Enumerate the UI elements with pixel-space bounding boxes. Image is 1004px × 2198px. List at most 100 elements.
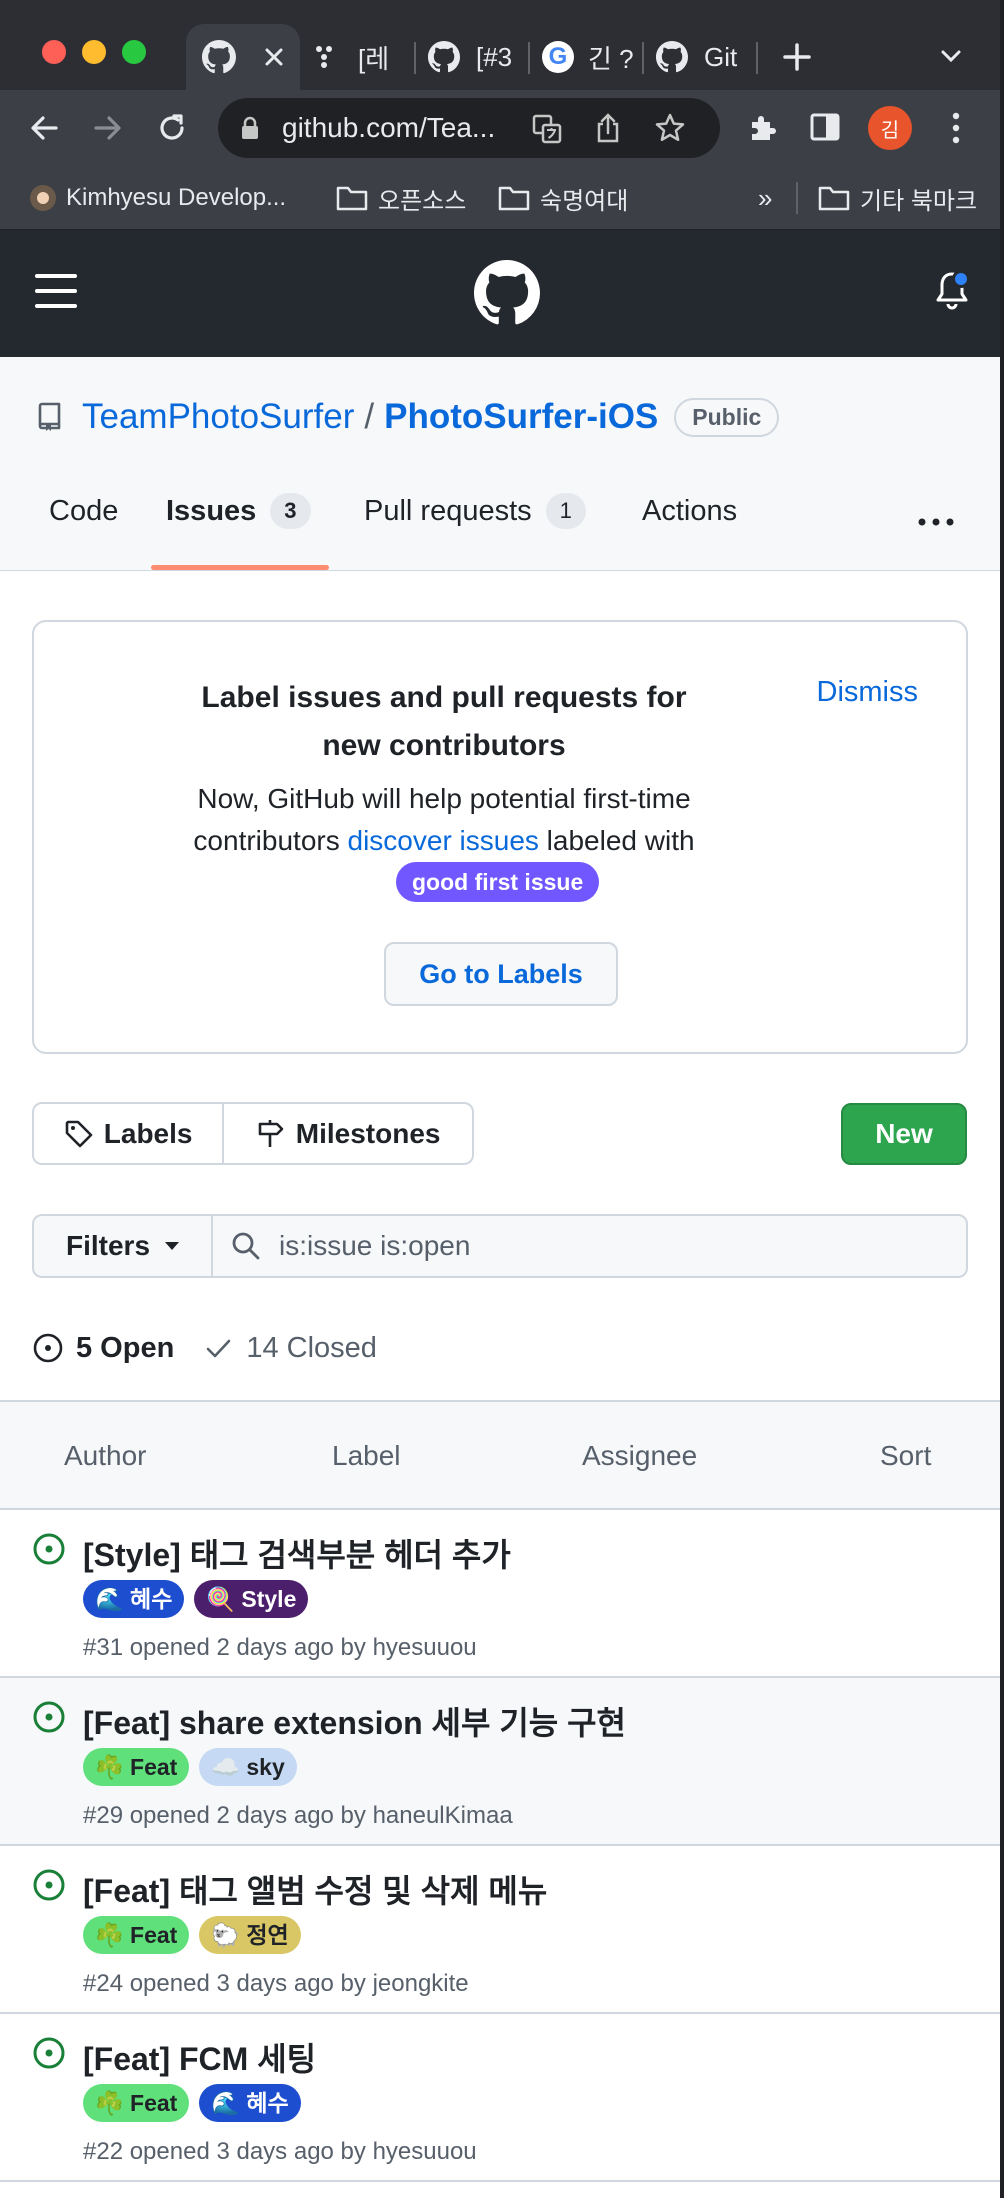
- issue-label[interactable]: 🌊 혜수: [199, 2084, 301, 2122]
- tab-actions[interactable]: Actions: [642, 495, 737, 571]
- tab-separator: [756, 42, 758, 74]
- issue-label[interactable]: 🐑 정연: [199, 1916, 301, 1954]
- issue-title-link[interactable]: [Style] 태그 검색부분 헤더 추가: [83, 1530, 511, 1576]
- issue-row[interactable]: [Style] 태그 검색부분 헤더 추가 🌊 혜수 🍭 Style #31 o…: [0, 1510, 1000, 1678]
- issue-state-toggle: 5 Open 14 Closed: [32, 1326, 377, 1370]
- notification-unread-dot: [952, 270, 970, 288]
- issue-title-link[interactable]: [Feat] share extension 세부 기능 구현: [83, 1698, 626, 1744]
- tab-2-label: [레: [358, 43, 390, 74]
- tab-3[interactable]: [#3: [428, 24, 528, 90]
- bookmark-star-icon[interactable]: [654, 112, 686, 144]
- issue-label[interactable]: 🌊 혜수: [83, 1580, 185, 1618]
- milestone-icon: [258, 1119, 284, 1147]
- new-contributors-banner: Label issues and pull requests for new c…: [32, 620, 968, 1054]
- issue-label[interactable]: ☘️ Feat: [83, 1748, 190, 1786]
- issue-row[interactable]: [Feat] 태그 앨범 수정 및 삭제 메뉴 ☘️ Feat 🐑 정연 #24…: [0, 1846, 1000, 2014]
- banner-desc-pre: contributors: [193, 825, 348, 856]
- search-input[interactable]: [279, 1230, 879, 1262]
- tab-separator: [528, 42, 530, 74]
- repo-title: TeamPhotoSurfer / PhotoSurfer-iOS Public: [36, 397, 780, 437]
- bookmarks-bar: Kimhyesu Develop... 오픈소스 숙명여대 » 기타 북마크: [0, 166, 1000, 230]
- issue-meta: #29 opened 2 days ago by haneulKimaa: [83, 1802, 513, 1829]
- assignee-filter[interactable]: Assignee: [582, 1440, 697, 1472]
- lock-icon[interactable]: [240, 116, 260, 140]
- tab-search-chevron-down-icon[interactable]: [940, 48, 962, 64]
- labels-button[interactable]: Labels: [34, 1104, 225, 1163]
- good-first-issue-label[interactable]: good first issue: [396, 862, 600, 902]
- bookmark-folder[interactable]: 숙명여대: [498, 166, 628, 230]
- folder-icon: [336, 186, 368, 211]
- issue-open-icon: [33, 1869, 65, 1901]
- repo-owner-link[interactable]: TeamPhotoSurfer: [82, 397, 354, 437]
- author-filter[interactable]: Author: [64, 1440, 147, 1472]
- filters-dropdown[interactable]: Filters: [32, 1214, 212, 1278]
- tab-5[interactable]: Git: [656, 24, 756, 90]
- issue-meta: #22 opened 3 days ago by hyesuuou: [83, 2138, 477, 2165]
- issue-label[interactable]: ☘️ Feat: [83, 2084, 190, 2122]
- issue-title-link[interactable]: [Feat] 태그 앨범 수정 및 삭제 메뉴: [83, 1866, 547, 1912]
- discover-issues-link[interactable]: discover issues: [348, 825, 539, 856]
- tab-active-github[interactable]: [186, 24, 300, 90]
- close-window-button[interactable]: [42, 40, 66, 64]
- translate-icon[interactable]: [532, 114, 562, 144]
- reload-icon[interactable]: [156, 112, 188, 144]
- tab-2[interactable]: [레: [314, 24, 410, 90]
- browser-window: [레 [#3 G 긴 ? Git github.com/Tea... 김 Kim…: [0, 0, 1000, 2198]
- repo-name-link[interactable]: PhotoSurfer-iOS: [384, 397, 658, 437]
- closed-issues-filter[interactable]: 14 Closed: [204, 1332, 377, 1365]
- issues-count-badge: 3: [270, 493, 311, 529]
- dismiss-link[interactable]: Dismiss: [817, 676, 919, 709]
- banner-title: Label issues and pull requests for new c…: [201, 681, 687, 762]
- issue-open-icon: [33, 1701, 65, 1733]
- banner-desc-line1: Now, GitHub will help potential first-ti…: [197, 783, 691, 814]
- new-issue-button[interactable]: New: [841, 1103, 967, 1165]
- issue-row[interactable]: [Feat] FCM 세팅 ☘️ Feat 🌊 혜수 #22 opened 3 …: [0, 2014, 1000, 2182]
- extensions-puzzle-icon[interactable]: [746, 112, 778, 144]
- tab-pull-requests[interactable]: Pull requests 1: [364, 493, 586, 571]
- issue-row[interactable]: [Feat] share extension 세부 기능 구현 ☘️ Feat …: [0, 1678, 1000, 1846]
- bookmark-separator: [796, 182, 798, 214]
- maximize-window-button[interactable]: [122, 40, 146, 64]
- bookmarks-overflow-button[interactable]: »: [758, 166, 772, 230]
- issue-label[interactable]: 🍭 Style: [194, 1580, 309, 1618]
- banner-description: Now, GitHub will help potential first-ti…: [154, 778, 734, 862]
- issue-label[interactable]: ☘️ Feat: [83, 1916, 190, 1954]
- more-horizontal-icon[interactable]: [917, 517, 955, 527]
- tab-4[interactable]: G 긴 ?: [542, 24, 638, 90]
- bookmark-folder[interactable]: 오픈소스: [336, 166, 466, 230]
- hamburger-menu-icon[interactable]: [34, 272, 78, 310]
- forward-arrow-icon[interactable]: [92, 112, 124, 144]
- tab-separator: [642, 42, 644, 74]
- issue-open-icon: [33, 1533, 65, 1565]
- side-panel-icon[interactable]: [810, 112, 840, 142]
- issue-label[interactable]: ☁️ sky: [199, 1748, 297, 1786]
- github-logo-icon[interactable]: [474, 260, 540, 326]
- pulls-count-badge: 1: [545, 493, 586, 529]
- labels-button-label: Labels: [103, 1117, 193, 1149]
- share-icon[interactable]: [594, 112, 622, 144]
- labels-milestones-group: Labels Milestones: [32, 1102, 474, 1165]
- new-tab-plus-icon[interactable]: [782, 42, 812, 72]
- tab-issues[interactable]: Issues 3: [166, 493, 311, 571]
- profile-avatar[interactable]: 김: [868, 106, 912, 150]
- back-arrow-icon[interactable]: [28, 112, 60, 144]
- tab-code[interactable]: Code: [49, 495, 118, 571]
- sort-dropdown[interactable]: Sort: [880, 1440, 931, 1472]
- bookmark-item[interactable]: Kimhyesu Develop...: [30, 166, 286, 230]
- go-to-labels-button[interactable]: Go to Labels: [384, 942, 618, 1006]
- issue-list-header: Author Label Assignee Sort: [0, 1400, 1000, 1510]
- tab-issues-label: Issues: [166, 495, 257, 527]
- address-bar[interactable]: github.com/Tea...: [218, 98, 720, 158]
- caret-down-icon: [165, 1242, 180, 1250]
- issue-title-link[interactable]: [Feat] FCM 세팅: [83, 2034, 316, 2080]
- minimize-window-button[interactable]: [82, 40, 106, 64]
- label-filter[interactable]: Label: [332, 1440, 401, 1472]
- other-bookmarks-folder[interactable]: 기타 북마크: [818, 166, 977, 230]
- open-issues-filter[interactable]: 5 Open: [32, 1332, 174, 1365]
- tab-5-label: Git: [704, 41, 738, 72]
- milestones-button[interactable]: Milestones: [224, 1104, 472, 1163]
- tab-pulls-label: Pull requests: [364, 495, 532, 527]
- tab-close-icon[interactable]: [264, 47, 284, 67]
- more-vertical-icon[interactable]: [944, 110, 968, 146]
- issue-search-box[interactable]: [211, 1214, 968, 1278]
